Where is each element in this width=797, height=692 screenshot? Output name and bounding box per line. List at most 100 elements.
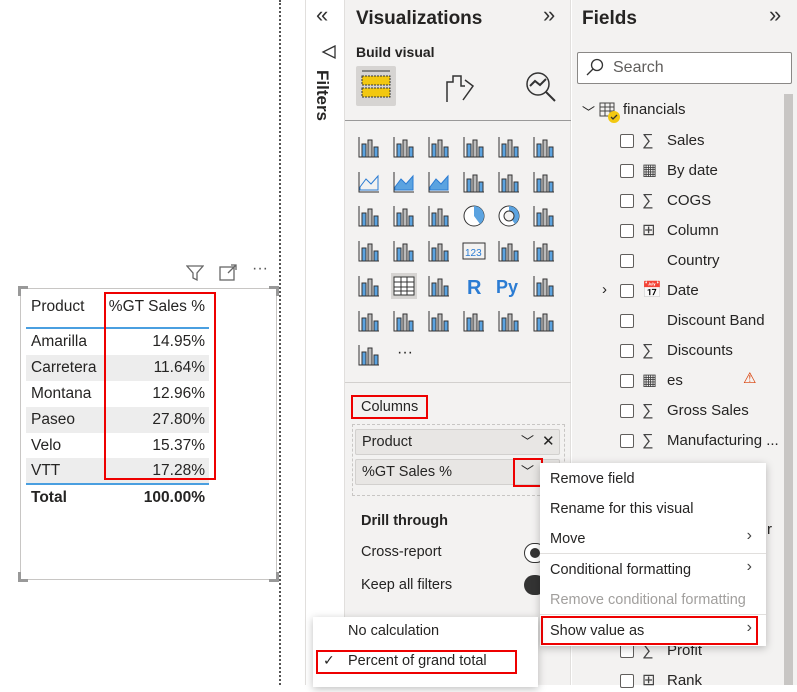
field-label: es bbox=[667, 372, 683, 389]
menu-item-remove-field[interactable]: Remove field bbox=[550, 469, 635, 489]
field-item[interactable]: ▦ es bbox=[620, 370, 790, 392]
visual-filter-icon[interactable] bbox=[185, 264, 205, 282]
field-checkbox[interactable] bbox=[620, 344, 634, 358]
format-visual-tab[interactable] bbox=[443, 72, 475, 109]
qa-visual-icon[interactable] bbox=[391, 308, 417, 334]
more-visuals-button[interactable]: ··· bbox=[397, 344, 413, 362]
azure-map-visual-icon[interactable] bbox=[496, 308, 522, 334]
stacked-column-visual-icon[interactable] bbox=[391, 134, 417, 160]
gauge-visual-icon[interactable] bbox=[426, 238, 452, 264]
matrix-visual-icon[interactable] bbox=[426, 273, 452, 299]
scatter-visual-icon[interactable] bbox=[426, 203, 452, 229]
remove-icon[interactable]: ✕ bbox=[542, 430, 555, 454]
table-expand-chevron-icon[interactable]: ﹀ bbox=[582, 102, 595, 121]
power-automate-visual-icon[interactable] bbox=[356, 342, 382, 368]
field-checkbox[interactable] bbox=[620, 284, 634, 298]
multi-row-card-visual-icon[interactable] bbox=[496, 238, 522, 264]
tab-divider bbox=[345, 120, 571, 121]
expand-fields-icon[interactable]: » bbox=[769, 2, 781, 28]
field-checkbox[interactable] bbox=[620, 164, 634, 178]
menu-item-remove-conditional-formatting: Remove conditional formatting bbox=[550, 592, 746, 608]
clustered-bar-visual-icon[interactable] bbox=[426, 134, 452, 160]
paginated-report-visual-icon[interactable] bbox=[461, 308, 487, 334]
chevron-right-icon: › bbox=[746, 527, 752, 544]
filter-icon bbox=[320, 44, 336, 65]
decomposition-tree-visual-icon[interactable] bbox=[356, 308, 382, 334]
column-header-product[interactable]: Product bbox=[31, 298, 84, 316]
collapse-filters-icon[interactable]: « bbox=[316, 2, 328, 28]
svg-text:R: R bbox=[467, 277, 482, 299]
treemap-visual-icon[interactable] bbox=[531, 203, 557, 229]
chevron-down-icon[interactable]: ﹀ bbox=[521, 430, 534, 454]
menu-item-conditional-formatting[interactable]: Conditional formatting bbox=[550, 560, 691, 580]
area-visual-icon[interactable] bbox=[391, 169, 417, 195]
field-item[interactable]: ⊞ Column bbox=[620, 220, 790, 242]
field-item[interactable]: 📅 Date bbox=[620, 280, 790, 302]
funnel-visual-icon[interactable] bbox=[391, 203, 417, 229]
warning-icon: ⚠ bbox=[743, 370, 757, 387]
table-visual-icon[interactable] bbox=[391, 272, 417, 299]
menu-item-move[interactable]: Move bbox=[550, 529, 585, 549]
field-checkbox[interactable] bbox=[620, 674, 634, 688]
field-checkbox[interactable] bbox=[620, 224, 634, 238]
field-item[interactable]: Discount Band bbox=[620, 310, 790, 332]
visualizations-title: Visualizations bbox=[356, 8, 483, 29]
ribbon-visual-icon[interactable] bbox=[531, 169, 557, 195]
stacked-bar-visual-icon[interactable] bbox=[356, 134, 382, 160]
donut-visual-icon[interactable] bbox=[496, 203, 522, 229]
waterfall-visual-icon[interactable] bbox=[356, 203, 382, 229]
smart-narrative-visual-icon[interactable] bbox=[426, 308, 452, 334]
submenu-item-no-calculation[interactable]: No calculation bbox=[348, 621, 439, 641]
search-input[interactable]: Search bbox=[577, 52, 792, 84]
line-visual-icon[interactable] bbox=[356, 169, 382, 195]
menu-item-rename[interactable]: Rename for this visual bbox=[550, 499, 693, 519]
field-checkbox[interactable] bbox=[620, 434, 634, 448]
drill-through-label: Drill through bbox=[361, 513, 448, 529]
100-stacked-bar-visual-icon[interactable] bbox=[496, 134, 522, 160]
menu-divider bbox=[540, 553, 766, 554]
kpi-visual-icon[interactable] bbox=[531, 238, 557, 264]
more-options-icon[interactable]: ··· bbox=[252, 260, 268, 278]
field-checkbox[interactable] bbox=[620, 404, 634, 418]
expand-visualizations-icon[interactable]: » bbox=[543, 2, 555, 28]
field-checkbox[interactable] bbox=[620, 644, 634, 658]
python-visual-visual-icon[interactable]: Py bbox=[496, 273, 522, 299]
field-item[interactable]: Country bbox=[620, 250, 790, 272]
field-item[interactable]: ∑ Sales bbox=[620, 130, 790, 152]
r-visual-visual-icon[interactable]: R bbox=[461, 273, 487, 299]
filled-map-visual-icon[interactable] bbox=[391, 238, 417, 264]
date-expand-chevron-icon[interactable]: › bbox=[602, 281, 607, 298]
filters-label[interactable]: Filters bbox=[312, 70, 332, 121]
focus-mode-icon[interactable] bbox=[219, 264, 237, 282]
well-item-product[interactable]: Product ﹀ ✕ bbox=[355, 429, 560, 455]
table-icon bbox=[599, 102, 621, 129]
field-item[interactable]: ⊞ Rank bbox=[620, 670, 790, 692]
power-apps-visual-icon[interactable] bbox=[531, 308, 557, 334]
key-influencers-visual-icon[interactable] bbox=[531, 273, 557, 299]
clustered-column-visual-icon[interactable] bbox=[461, 134, 487, 160]
field-item[interactable]: ∑ Gross Sales bbox=[620, 400, 790, 422]
field-item[interactable]: ∑ Discounts bbox=[620, 340, 790, 362]
field-item[interactable]: ▦ By date bbox=[620, 160, 790, 182]
line-clustered-column-visual-icon[interactable] bbox=[461, 169, 487, 195]
field-label: Gross Sales bbox=[667, 402, 749, 419]
build-visual-tab[interactable] bbox=[356, 66, 396, 106]
map-visual-icon[interactable] bbox=[356, 238, 382, 264]
table-name[interactable]: financials bbox=[623, 101, 686, 118]
cross-report-label: Cross-report bbox=[361, 544, 442, 560]
field-checkbox[interactable] bbox=[620, 194, 634, 208]
field-checkbox[interactable] bbox=[620, 314, 634, 328]
slicer-visual-icon[interactable] bbox=[356, 273, 382, 299]
analytics-tab[interactable] bbox=[524, 70, 558, 109]
line-stacked-column-visual-icon[interactable] bbox=[496, 169, 522, 195]
field-checkbox[interactable] bbox=[620, 374, 634, 388]
card-visual-icon[interactable]: 123 bbox=[461, 238, 487, 264]
field-item[interactable]: ∑ Manufacturing ... bbox=[620, 430, 790, 452]
field-checkbox[interactable] bbox=[620, 254, 634, 268]
stacked-area-visual-icon[interactable] bbox=[426, 169, 452, 195]
100-stacked-column-visual-icon[interactable] bbox=[531, 134, 557, 160]
field-type-icon: ▦ bbox=[642, 162, 658, 179]
field-checkbox[interactable] bbox=[620, 134, 634, 148]
pie-visual-icon[interactable] bbox=[461, 203, 487, 229]
field-item[interactable]: ∑ COGS bbox=[620, 190, 790, 212]
